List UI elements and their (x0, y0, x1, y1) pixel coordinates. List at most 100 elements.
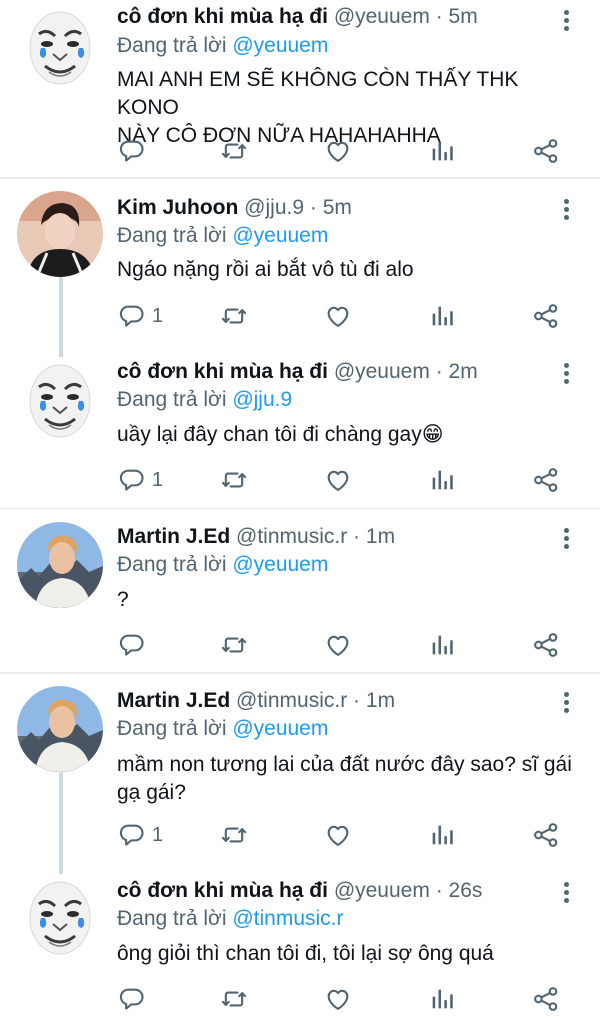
display-name[interactable]: Kim Juhoon (117, 196, 238, 219)
stats-icon (428, 631, 456, 659)
reply-button[interactable] (118, 136, 152, 166)
avatar[interactable] (17, 357, 103, 443)
heart-icon (324, 631, 352, 659)
share-icon (532, 137, 560, 165)
timestamp[interactable]: 1m (366, 525, 395, 548)
tweet[interactable]: cô đơn khi mùa hạ đi @yeuuem · 2m Đang t… (0, 347, 600, 512)
retweet-button[interactable] (220, 465, 248, 495)
username[interactable]: @yeuuem (334, 360, 430, 383)
reply-prefix: Đang trả lời (117, 553, 227, 576)
tweet-text-line: gạ gái? (117, 781, 186, 804)
username[interactable]: @tinmusic.r (236, 525, 347, 548)
like-button[interactable] (324, 301, 352, 331)
tweet-text: uầy lại đây chan tôi đi chàng gay😁 (117, 421, 577, 449)
retweet-icon (220, 631, 248, 659)
stats-button[interactable] (428, 984, 456, 1014)
reply-context: Đang trả lời @jju.9 (117, 387, 292, 413)
more-vertical-icon[interactable] (556, 526, 576, 552)
reply-button[interactable] (118, 630, 152, 660)
stats-icon (428, 985, 456, 1013)
share-button[interactable] (532, 984, 560, 1014)
tweet-text: Ngáo nặng rồi ai bắt vô tù đi alo (117, 256, 577, 284)
retweet-button[interactable] (220, 984, 248, 1014)
retweet-icon (220, 137, 248, 165)
display-name[interactable]: cô đơn khi mùa hạ đi (117, 5, 328, 28)
display-name[interactable]: cô đơn khi mùa hạ đi (117, 360, 328, 383)
username[interactable]: @yeuuem (334, 879, 430, 902)
tweet[interactable]: Kim Juhoon @jju.9 · 5m Đang trả lời @yeu… (0, 179, 600, 347)
heart-icon (324, 137, 352, 165)
display-name[interactable]: cô đơn khi mùa hạ đi (117, 879, 328, 902)
retweet-button[interactable] (220, 820, 248, 850)
like-button[interactable] (324, 984, 352, 1014)
avatar[interactable] (17, 686, 103, 772)
reply-button[interactable]: 1 (118, 465, 163, 495)
reply-to-link[interactable]: @yeuuem (232, 224, 328, 247)
share-icon (532, 631, 560, 659)
share-button[interactable] (532, 820, 560, 850)
tweet-text: mầm non tương lai của đất nước đây sao? … (117, 751, 577, 807)
reply-to-link[interactable]: @yeuuem (232, 34, 328, 57)
reply-button[interactable]: 1 (118, 820, 163, 850)
share-button[interactable] (532, 630, 560, 660)
retweet-button[interactable] (220, 630, 248, 660)
avatar[interactable] (17, 4, 103, 90)
tweet[interactable]: Martin J.Ed @tinmusic.r · 1m Đang trả lờ… (0, 510, 600, 672)
more-vertical-icon[interactable] (556, 880, 576, 906)
tweet[interactable]: cô đơn khi mùa hạ đi @yeuuem · 5m Đang t… (0, 0, 600, 178)
more-vertical-icon[interactable] (556, 361, 576, 387)
avatar[interactable] (17, 874, 103, 960)
timestamp[interactable]: 2m (449, 360, 478, 383)
stats-icon (428, 302, 456, 330)
reply-count: 1 (152, 304, 164, 327)
username[interactable]: @jju.9 (244, 196, 304, 219)
like-button[interactable] (324, 630, 352, 660)
share-button[interactable] (532, 301, 560, 331)
tweet-text: ông giỏi thì chan tôi đi, tôi lại sợ ông… (117, 940, 577, 968)
like-button[interactable] (324, 136, 352, 166)
share-button[interactable] (532, 136, 560, 166)
avatar[interactable] (17, 191, 103, 277)
display-name[interactable]: Martin J.Ed (117, 525, 230, 548)
more-vertical-icon[interactable] (556, 690, 576, 716)
retweet-icon (220, 985, 248, 1013)
divider (0, 508, 600, 509)
share-icon (532, 466, 560, 494)
more-vertical-icon[interactable] (556, 8, 576, 34)
stats-button[interactable] (428, 820, 456, 850)
reply-to-link[interactable]: @yeuuem (232, 553, 328, 576)
stats-button[interactable] (428, 630, 456, 660)
share-button[interactable] (532, 465, 560, 495)
timestamp[interactable]: 26s (449, 879, 483, 902)
tweet[interactable]: cô đơn khi mùa hạ đi @yeuuem · 26s Đang … (0, 866, 600, 1028)
retweet-icon (220, 821, 248, 849)
tweet-text-line: ông giỏi thì chan tôi đi, tôi lại sợ ông… (117, 942, 494, 965)
display-name[interactable]: Martin J.Ed (117, 689, 230, 712)
retweet-button[interactable] (220, 301, 248, 331)
reply-prefix: Đang trả lời (117, 34, 227, 57)
reply-to-link[interactable]: @yeuuem (232, 717, 328, 740)
tweet[interactable]: Martin J.Ed @tinmusic.r · 1m Đang trả lờ… (0, 674, 600, 866)
like-button[interactable] (324, 465, 352, 495)
like-button[interactable] (324, 820, 352, 850)
share-icon (532, 985, 560, 1013)
avatar[interactable] (17, 522, 103, 608)
timestamp[interactable]: 1m (366, 689, 395, 712)
reply-icon (118, 137, 146, 165)
stats-icon (428, 466, 456, 494)
reply-button[interactable] (118, 984, 152, 1014)
reply-to-link[interactable]: @tinmusic.r (232, 907, 343, 930)
more-vertical-icon[interactable] (556, 197, 576, 223)
retweet-button[interactable] (220, 136, 248, 166)
reply-count: 1 (152, 468, 164, 491)
username[interactable]: @tinmusic.r (236, 689, 347, 712)
reply-icon (118, 631, 146, 659)
username[interactable]: @yeuuem (334, 5, 430, 28)
timestamp[interactable]: 5m (449, 5, 478, 28)
reply-to-link[interactable]: @jju.9 (232, 388, 292, 411)
stats-button[interactable] (428, 465, 456, 495)
stats-button[interactable] (428, 136, 456, 166)
timestamp[interactable]: 5m (323, 196, 352, 219)
reply-button[interactable]: 1 (118, 301, 163, 331)
stats-button[interactable] (428, 301, 456, 331)
